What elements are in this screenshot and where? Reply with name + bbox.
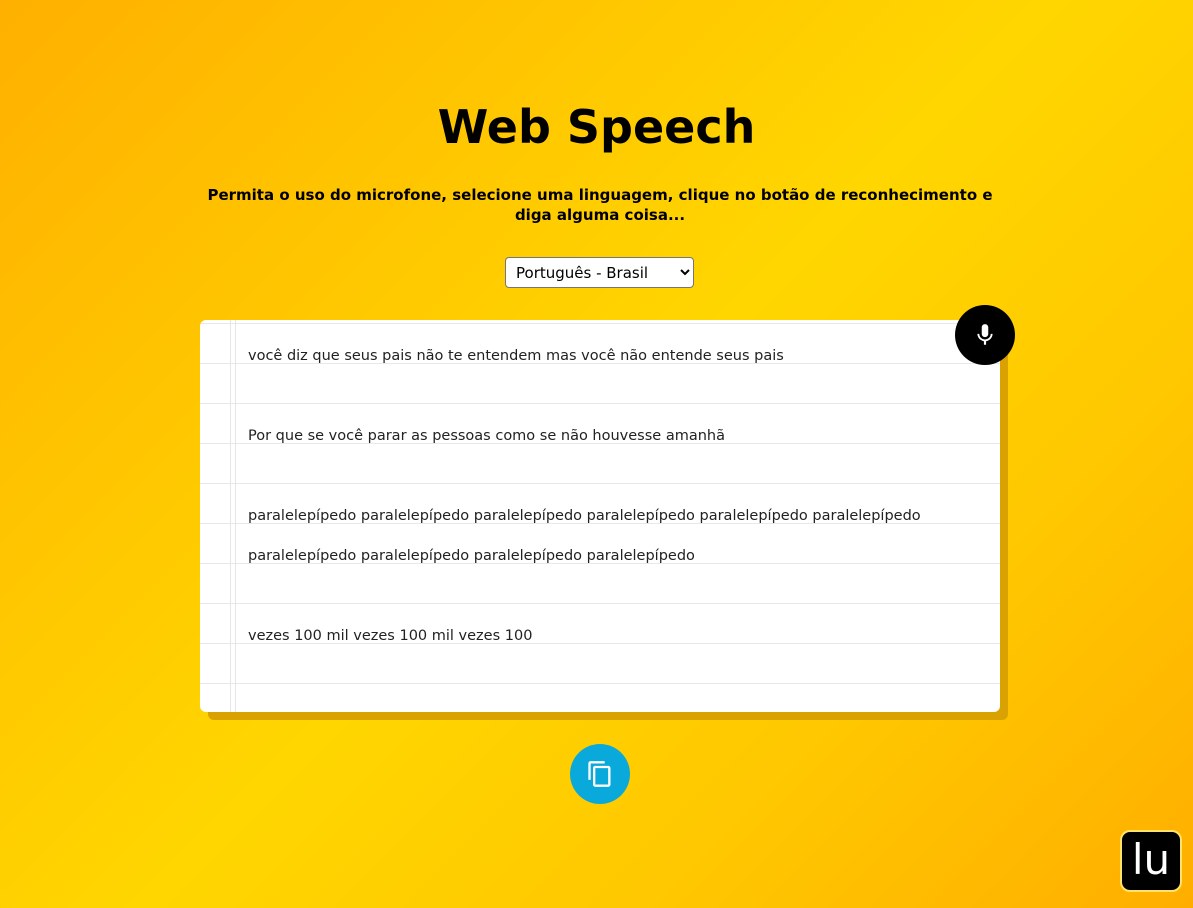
- transcript-line: paralelepípedo paralelepípedo paralelepí…: [248, 508, 921, 524]
- copy-icon: [588, 761, 611, 787]
- transcript-line: Por que se você parar as pessoas como se…: [248, 428, 725, 444]
- record-button[interactable]: [955, 305, 1015, 365]
- transcript-line: [248, 464, 970, 504]
- transcript-line: [248, 384, 970, 424]
- microphone-icon: [977, 324, 993, 345]
- transcript-line: paralelepípedo paralelepípedo paralelepí…: [248, 548, 695, 564]
- instructions-text: Permita o uso do microfone, selecione um…: [207, 186, 993, 224]
- transcript-notebook[interactable]: você diz que seus pais não te entendem m…: [200, 320, 1000, 712]
- page-title: Web Speech: [437, 100, 756, 154]
- transcript-line: vezes 100 mil vezes 100 mil vezes 100: [248, 628, 533, 644]
- transcript-line: você diz que seus pais não te entendem m…: [248, 348, 784, 364]
- copy-button[interactable]: [570, 744, 630, 804]
- language-select[interactable]: Português - Brasil: [505, 257, 694, 288]
- transcript-lines: você diz que seus pais não te entendem m…: [248, 344, 970, 664]
- transcript-line: [248, 584, 970, 624]
- brand-logo[interactable]: lu: [1120, 830, 1182, 892]
